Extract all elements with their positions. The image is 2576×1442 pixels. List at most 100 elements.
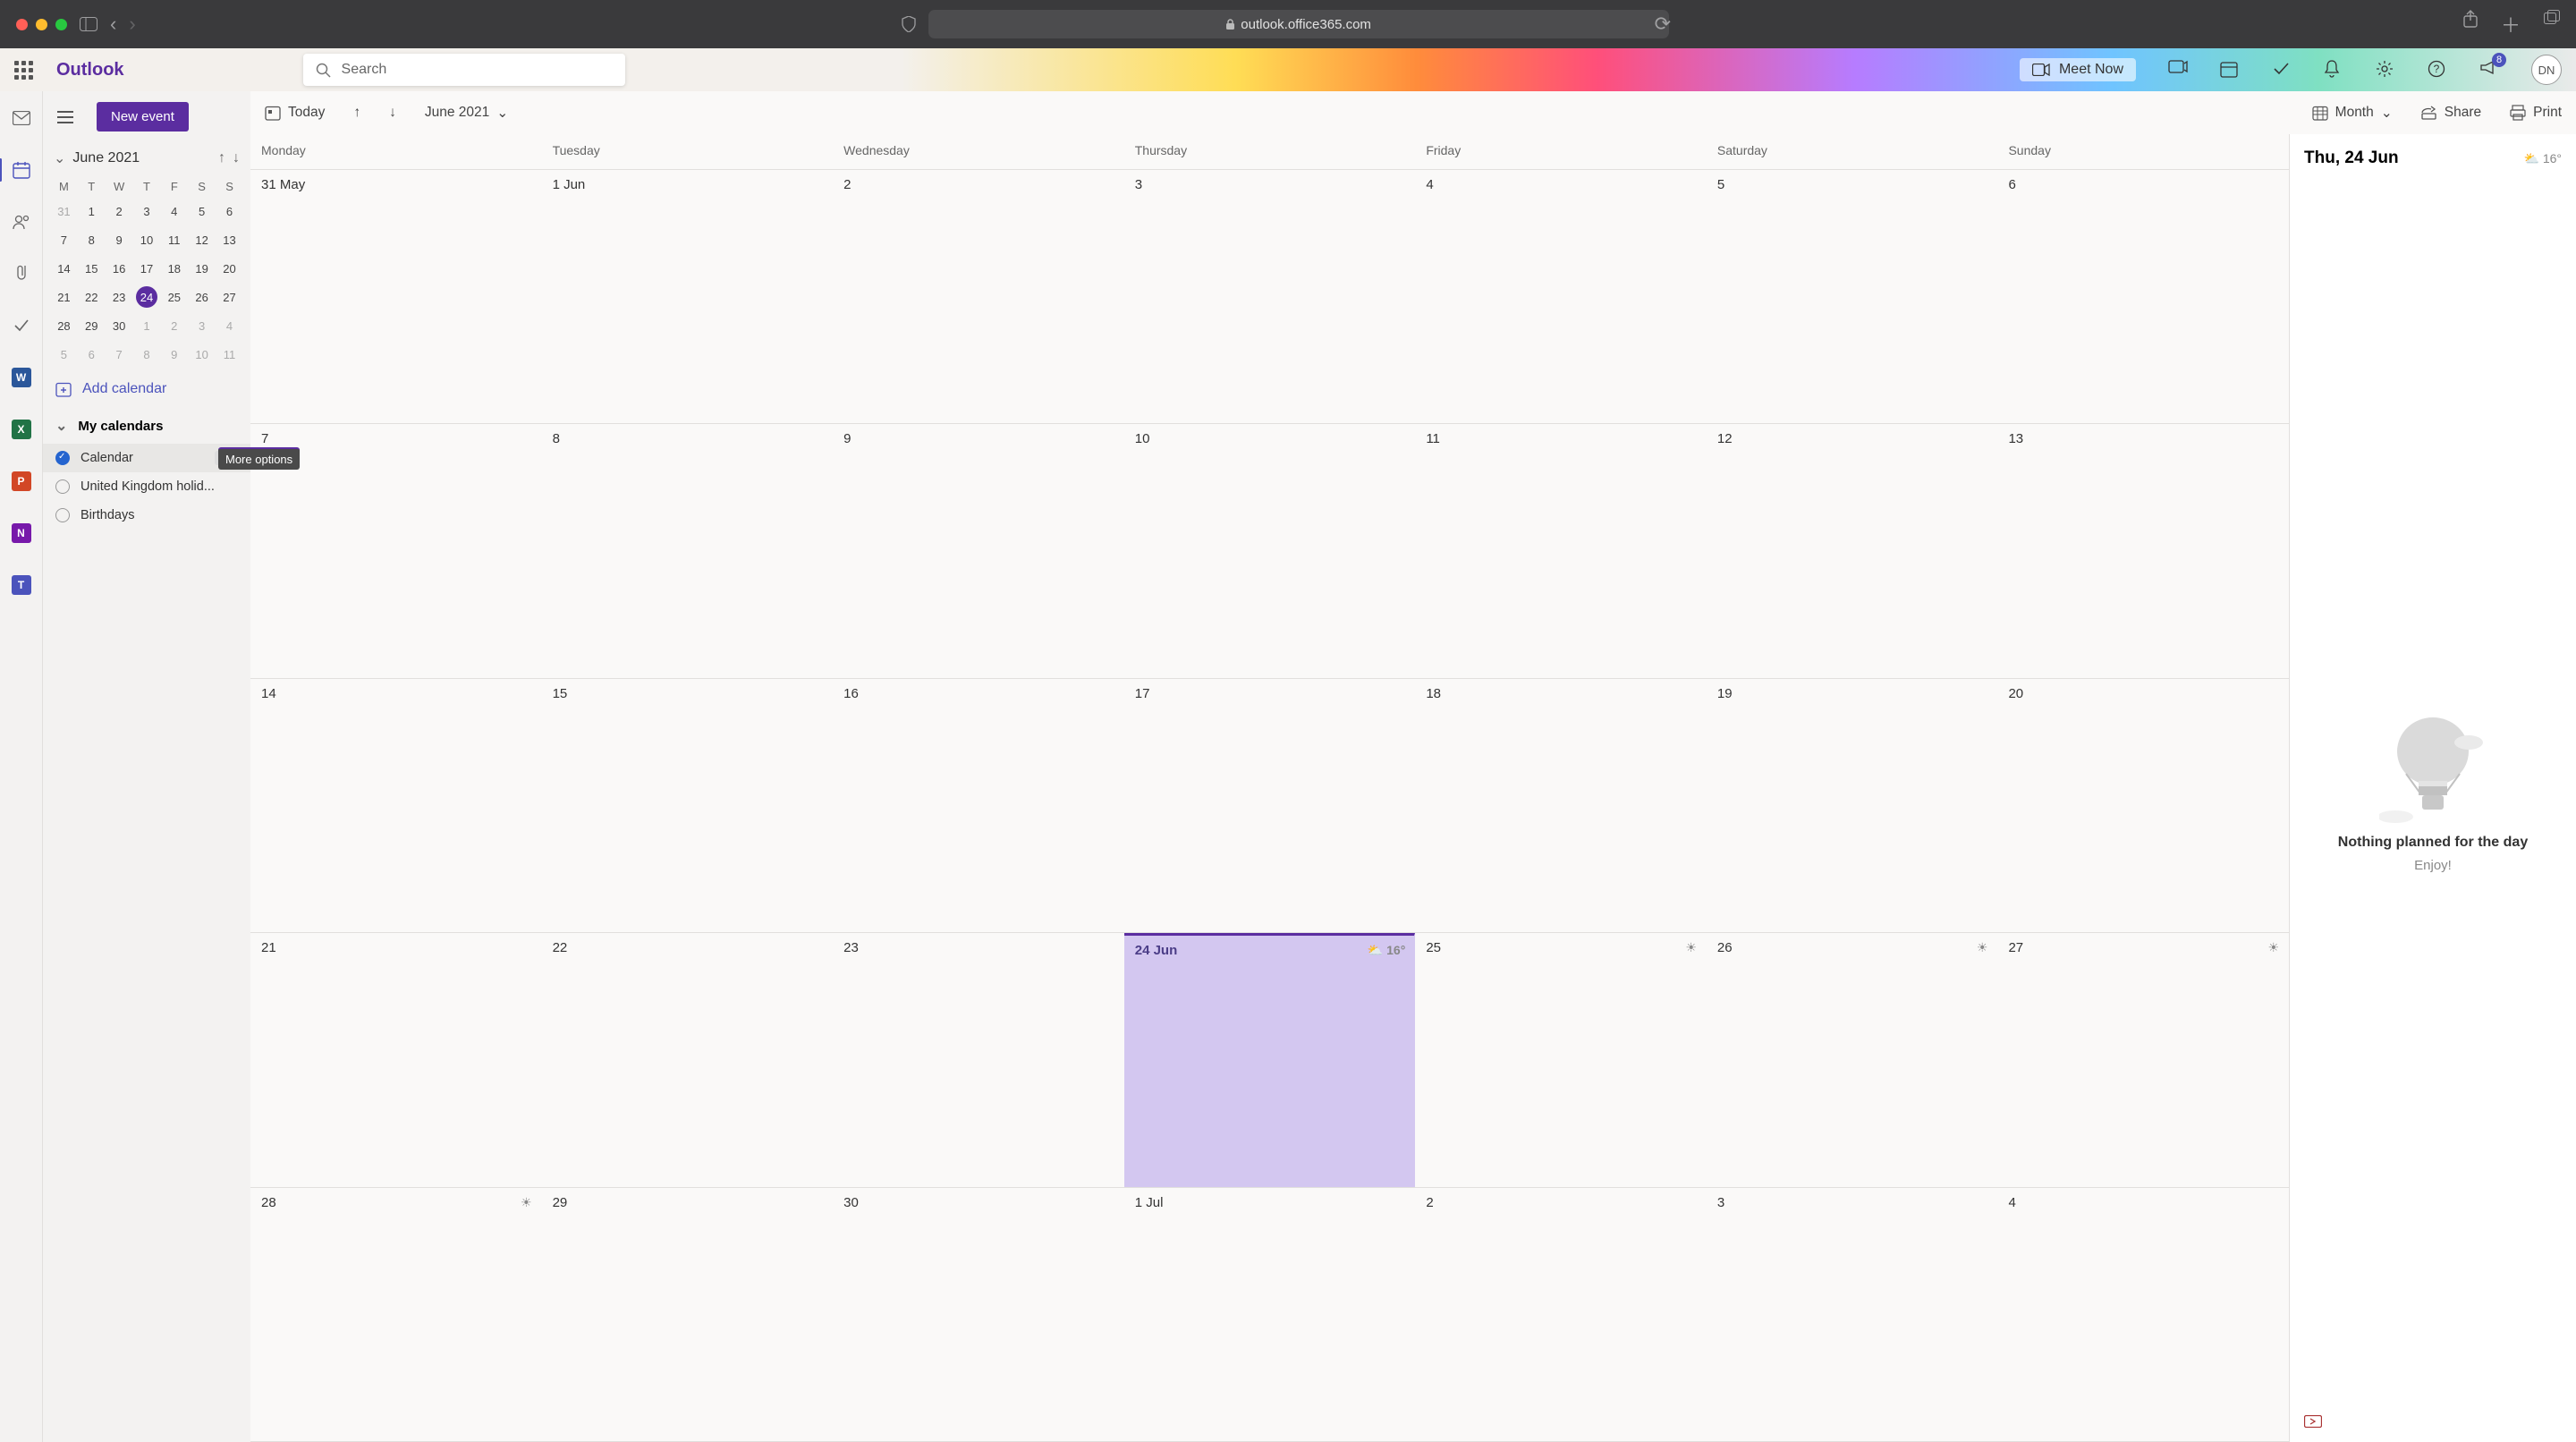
app-launcher-icon[interactable] <box>14 61 33 80</box>
mini-day[interactable]: 25 <box>160 283 188 311</box>
mini-day[interactable]: 9 <box>106 225 133 254</box>
mini-day[interactable]: 11 <box>160 225 188 254</box>
mini-day[interactable]: 5 <box>188 197 216 225</box>
my-day-icon[interactable] <box>2220 60 2240 80</box>
next-month-icon[interactable]: ↓ <box>233 150 240 166</box>
day-cell[interactable]: 2 <box>833 170 1124 423</box>
mini-day[interactable]: 17 <box>133 254 161 283</box>
calendar-checkbox[interactable] <box>55 479 70 494</box>
mini-day[interactable]: 7 <box>50 225 78 254</box>
mini-day[interactable]: 27 <box>216 283 243 311</box>
mini-day[interactable]: 3 <box>133 197 161 225</box>
my-calendars-header[interactable]: ⌄ My calendars <box>43 408 250 444</box>
mini-day[interactable]: 12 <box>188 225 216 254</box>
day-cell[interactable]: 29 <box>542 1188 834 1441</box>
day-cell[interactable]: 16 <box>833 679 1124 932</box>
day-cell[interactable]: 25☀ <box>1415 933 1707 1186</box>
day-cell[interactable]: 17 <box>1124 679 1416 932</box>
mini-day[interactable]: 23 <box>106 283 133 311</box>
calendar-checkbox[interactable] <box>55 508 70 522</box>
gear-icon[interactable] <box>2376 60 2395 80</box>
day-cell[interactable]: 20 <box>1997 679 2289 932</box>
mini-day[interactable]: 8 <box>78 225 106 254</box>
rail-files-icon[interactable] <box>7 259 36 288</box>
day-cell[interactable]: 31 May <box>250 170 542 423</box>
day-cell[interactable]: 22 <box>542 933 834 1186</box>
day-cell[interactable]: 12 <box>1707 424 1998 677</box>
day-cell[interactable]: 23 <box>833 933 1124 1186</box>
mini-day[interactable]: 19 <box>188 254 216 283</box>
day-cell[interactable]: 4 <box>1997 1188 2289 1441</box>
mini-day[interactable]: 15 <box>78 254 106 283</box>
mini-day[interactable]: 31 <box>50 197 78 225</box>
mini-day[interactable]: 4 <box>216 311 243 340</box>
address-bar[interactable]: outlook.office365.com <box>928 10 1669 38</box>
todo-icon[interactable] <box>2272 60 2292 80</box>
mini-day[interactable]: 24 <box>133 283 161 311</box>
prev-month-icon[interactable]: ↑ <box>218 150 225 166</box>
calendar-checkbox[interactable] <box>55 451 70 465</box>
share-icon[interactable] <box>2463 10 2478 38</box>
month-picker[interactable]: June 2021 ⌄ <box>419 101 513 125</box>
day-cell[interactable]: 6 <box>1997 170 2289 423</box>
mini-day[interactable]: 11 <box>216 340 243 369</box>
mini-day[interactable]: 1 <box>78 197 106 225</box>
next-week-icon[interactable]: ↓ <box>384 101 402 124</box>
day-cell[interactable]: 15 <box>542 679 834 932</box>
day-cell[interactable]: 14 <box>250 679 542 932</box>
day-cell[interactable]: 19 <box>1707 679 1998 932</box>
meet-now-button[interactable]: Meet Now <box>2020 58 2136 81</box>
rail-mail-icon[interactable] <box>7 104 36 132</box>
chevron-down-icon[interactable]: ⌄ <box>54 149 65 167</box>
rail-onenote[interactable]: N <box>7 519 36 547</box>
day-cell[interactable]: 1 Jul <box>1124 1188 1416 1441</box>
rail-word[interactable]: W <box>7 363 36 392</box>
rail-calendar-icon[interactable] <box>7 156 36 184</box>
day-cell[interactable]: 30 <box>833 1188 1124 1441</box>
brand-label[interactable]: Outlook <box>56 60 124 81</box>
minimize-window[interactable] <box>36 19 47 30</box>
day-cell[interactable]: 1 Jun <box>542 170 834 423</box>
calendar-item[interactable]: Calendar⋯More options <box>43 444 250 472</box>
mini-day[interactable]: 6 <box>78 340 106 369</box>
new-event-button[interactable]: New event <box>97 102 189 131</box>
mini-day[interactable]: 14 <box>50 254 78 283</box>
share-button[interactable]: Share <box>2416 101 2487 124</box>
mini-day[interactable]: 18 <box>160 254 188 283</box>
search-input[interactable]: Search <box>303 54 625 86</box>
maximize-window[interactable] <box>55 19 67 30</box>
mini-day[interactable]: 10 <box>188 340 216 369</box>
help-icon[interactable]: ? <box>2428 60 2447 80</box>
mini-day[interactable]: 10 <box>133 225 161 254</box>
mini-day[interactable]: 26 <box>188 283 216 311</box>
calendar-item[interactable]: Birthdays <box>43 501 250 530</box>
new-tab-icon[interactable]: ＋ <box>2501 10 2521 38</box>
day-cell[interactable]: 11 <box>1415 424 1707 677</box>
hamburger-icon[interactable] <box>52 106 79 129</box>
day-cell[interactable]: 26☀ <box>1707 933 1998 1186</box>
rail-people-icon[interactable] <box>7 208 36 236</box>
mini-day[interactable]: 30 <box>106 311 133 340</box>
mini-day[interactable]: 5 <box>50 340 78 369</box>
rail-teams[interactable]: T <box>7 571 36 599</box>
day-cell[interactable]: 28☀ <box>250 1188 542 1441</box>
mini-day[interactable]: 21 <box>50 283 78 311</box>
mini-day[interactable]: 9 <box>160 340 188 369</box>
mini-day[interactable]: 29 <box>78 311 106 340</box>
mini-day[interactable]: 6 <box>216 197 243 225</box>
today-button[interactable]: Today <box>259 101 330 124</box>
mini-month-label[interactable]: June 2021 <box>72 150 211 166</box>
back-icon[interactable]: ‹ <box>110 13 116 36</box>
add-calendar-button[interactable]: Add calendar <box>43 370 250 408</box>
day-cell[interactable]: 27☀ <box>1997 933 2289 1186</box>
mini-day[interactable]: 20 <box>216 254 243 283</box>
day-cell[interactable]: 18 <box>1415 679 1707 932</box>
mini-day[interactable]: 7 <box>106 340 133 369</box>
mini-day[interactable]: 1 <box>133 311 161 340</box>
forward-icon[interactable]: › <box>129 13 135 36</box>
bell-icon[interactable] <box>2324 60 2343 80</box>
day-cell[interactable]: 7 <box>250 424 542 677</box>
reload-icon[interactable]: ⟳ <box>1655 13 1671 36</box>
day-cell[interactable]: 5 <box>1707 170 1998 423</box>
day-cell[interactable]: 2 <box>1415 1188 1707 1441</box>
